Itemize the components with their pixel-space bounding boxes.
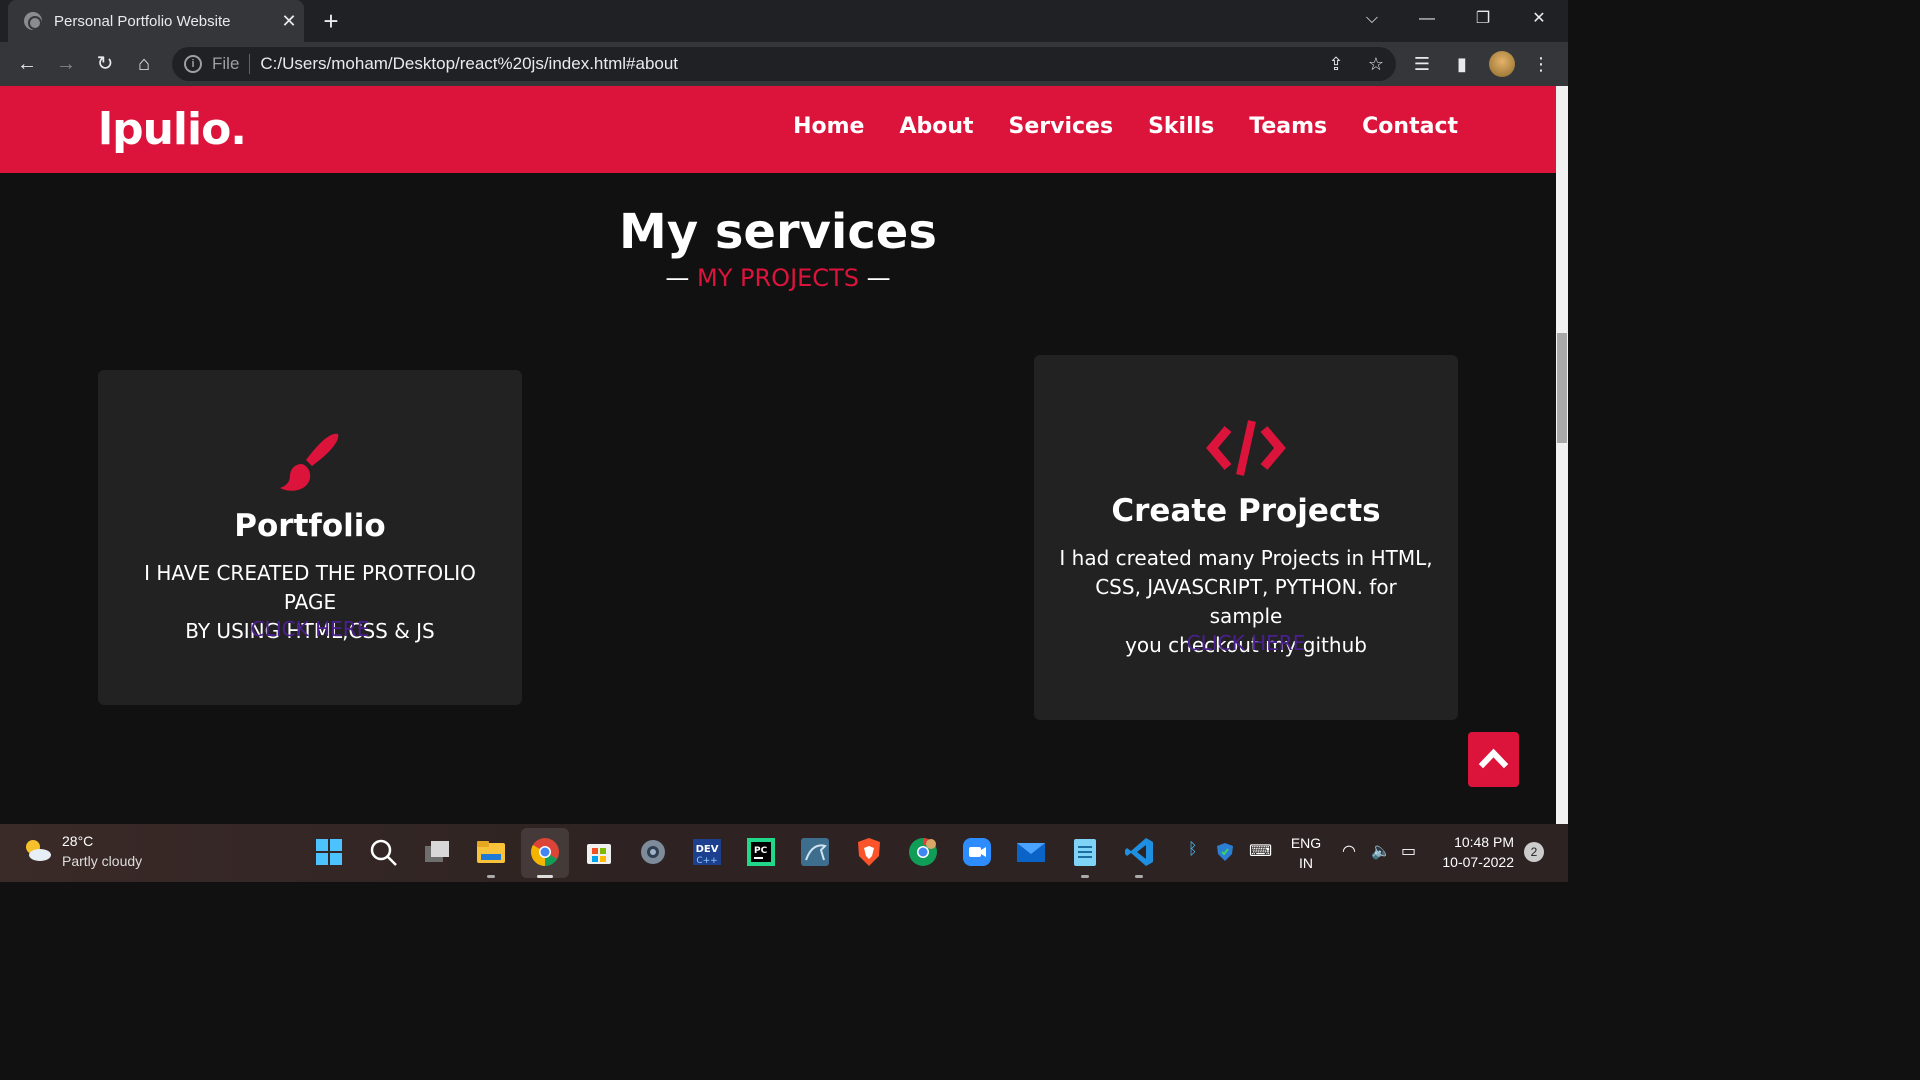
language-indicator[interactable]: ENG xyxy=(1286,835,1326,851)
clock-date[interactable]: 10-07-2022 xyxy=(1432,854,1514,870)
scrollbar-thumb[interactable] xyxy=(1557,333,1567,443)
volume-icon[interactable]: 🔈 xyxy=(1371,841,1391,861)
file-explorer-icon[interactable] xyxy=(475,836,507,868)
running-indicator xyxy=(487,875,495,878)
share-icon[interactable]: ⇪ xyxy=(1316,54,1356,75)
service-card-portfolio: Portfolio I HAVE CREATED THE PROTFOLIO P… xyxy=(98,370,522,705)
bookmark-star-icon[interactable]: ☆ xyxy=(1356,54,1396,75)
zoom-icon[interactable] xyxy=(961,836,993,868)
wifi-icon[interactable]: ◠ xyxy=(1342,841,1356,861)
weather-condition[interactable]: Partly cloudy xyxy=(62,853,142,869)
section-subtitle: — MY PROJECTS — xyxy=(0,264,1556,292)
running-indicator xyxy=(1135,875,1143,878)
chrome-icon[interactable] xyxy=(529,836,561,868)
search-icon[interactable] xyxy=(367,836,399,868)
click-here-link[interactable]: CLICK HERE xyxy=(1034,631,1458,655)
site-navbar: lpulio. Home About Services Skills Teams… xyxy=(0,86,1556,173)
vscode-icon[interactable] xyxy=(1123,836,1155,868)
card-text-line: CSS, JAVASCRIPT, PYTHON. for sample xyxy=(1095,575,1397,628)
card-text-line: I HAVE CREATED THE PROTFOLIO PAGE xyxy=(144,561,476,614)
back-arrow-icon[interactable]: ← xyxy=(13,50,41,78)
browser-tabstrip: Personal Portfolio Website ✕ + ⌵ — ❐ ✕ xyxy=(0,0,1568,42)
bluetooth-icon[interactable]: ᛒ xyxy=(1188,841,1198,859)
svg-text:PC: PC xyxy=(754,846,768,856)
web-page: lpulio. Home About Services Skills Teams… xyxy=(0,86,1556,824)
windows-security-icon[interactable] xyxy=(1215,842,1235,862)
notification-badge[interactable]: 2 xyxy=(1524,842,1544,862)
subtitle-dash-right: — xyxy=(866,264,891,292)
url-text[interactable]: C:/Users/moham/Desktop/react%20js/index.… xyxy=(260,54,1316,74)
clock-time[interactable]: 10:48 PM xyxy=(1432,834,1514,850)
reload-icon[interactable]: ↻ xyxy=(91,50,119,78)
kebab-menu-icon[interactable]: ⋮ xyxy=(1527,50,1555,78)
tab-title: Personal Portfolio Website xyxy=(54,12,231,30)
settings-gear-icon[interactable] xyxy=(637,836,669,868)
nav-services[interactable]: Services xyxy=(1009,114,1114,139)
svg-text:DEV: DEV xyxy=(696,844,719,855)
keyboard-icon[interactable]: ⌨ xyxy=(1249,841,1272,861)
microsoft-store-icon[interactable] xyxy=(583,836,615,868)
subtitle-text: MY PROJECTS xyxy=(697,264,859,292)
active-indicator xyxy=(537,875,553,878)
new-tab-button[interactable]: + xyxy=(318,6,344,36)
globe-icon xyxy=(24,12,42,30)
forward-arrow-icon[interactable]: → xyxy=(52,50,80,78)
mail-icon[interactable] xyxy=(1015,836,1047,868)
site-logo[interactable]: lpulio. xyxy=(98,104,247,155)
card-heading: Create Projects xyxy=(1111,493,1381,529)
page-scrollbar[interactable] xyxy=(1556,86,1568,824)
windows-start-icon[interactable] xyxy=(313,836,345,868)
scroll-to-top-button[interactable] xyxy=(1468,732,1519,787)
minimize-button[interactable]: — xyxy=(1407,6,1447,32)
card-heading: Portfolio xyxy=(234,508,386,544)
card-text-line: I had created many Projects in HTML, xyxy=(1059,546,1433,570)
code-icon xyxy=(1206,420,1286,476)
nav-skills[interactable]: Skills xyxy=(1148,114,1214,139)
mysql-workbench-icon[interactable] xyxy=(799,836,831,868)
partly-cloudy-icon[interactable] xyxy=(22,838,52,862)
task-view-icon[interactable] xyxy=(421,836,453,868)
battery-icon[interactable]: ▭ xyxy=(1401,841,1416,861)
nav-about[interactable]: About xyxy=(899,114,973,139)
close-window-button[interactable]: ✕ xyxy=(1519,6,1559,32)
home-icon[interactable]: ⌂ xyxy=(130,50,158,78)
notepad-icon[interactable] xyxy=(1069,836,1101,868)
address-bar[interactable]: i File C:/Users/moham/Desktop/react%20js… xyxy=(172,47,1396,81)
paint-brush-icon xyxy=(280,433,339,491)
nav-contact[interactable]: Contact xyxy=(1362,114,1458,139)
subtitle-dash-left: — xyxy=(665,264,690,292)
restore-button[interactable]: ❐ xyxy=(1463,6,1503,32)
nav-teams[interactable]: Teams xyxy=(1249,114,1327,139)
side-panel-icon[interactable]: ▮ xyxy=(1448,50,1476,78)
service-card-projects: Create Projects I had created many Proje… xyxy=(1034,355,1458,720)
brave-browser-icon[interactable] xyxy=(853,836,885,868)
svg-text:C++: C++ xyxy=(696,856,717,866)
chevron-up-icon xyxy=(1478,748,1509,769)
info-icon[interactable]: i xyxy=(184,55,202,73)
taskbar: 28°C Partly cloudy DEV C++ PC ᛒ ⌨ ENG IN… xyxy=(0,824,1568,882)
profile-avatar[interactable] xyxy=(1489,51,1515,77)
file-scheme-label: File xyxy=(212,54,251,74)
chrome-profile-icon[interactable] xyxy=(907,836,939,868)
reading-list-icon[interactable]: ☰ xyxy=(1408,50,1436,78)
pycharm-icon[interactable]: PC xyxy=(745,836,777,868)
nav-home[interactable]: Home xyxy=(793,114,864,139)
running-indicator xyxy=(1081,875,1089,878)
dev-cpp-icon[interactable]: DEVC++ xyxy=(691,836,723,868)
browser-toolbar: ← → ↻ ⌂ i File C:/Users/moham/Desktop/re… xyxy=(0,42,1568,86)
tab-close-button[interactable]: ✕ xyxy=(274,11,304,32)
click-here-link[interactable]: CLICK HERE xyxy=(98,617,522,641)
language-region[interactable]: IN xyxy=(1286,855,1326,871)
site-menu: Home About Services Skills Teams Contact xyxy=(793,114,1458,139)
section-title: My services xyxy=(619,204,937,260)
tab-search-chevron-icon[interactable]: ⌵ xyxy=(1352,6,1392,32)
browser-tab-active[interactable]: Personal Portfolio Website ✕ xyxy=(8,0,304,42)
weather-temperature[interactable]: 28°C xyxy=(62,833,93,849)
